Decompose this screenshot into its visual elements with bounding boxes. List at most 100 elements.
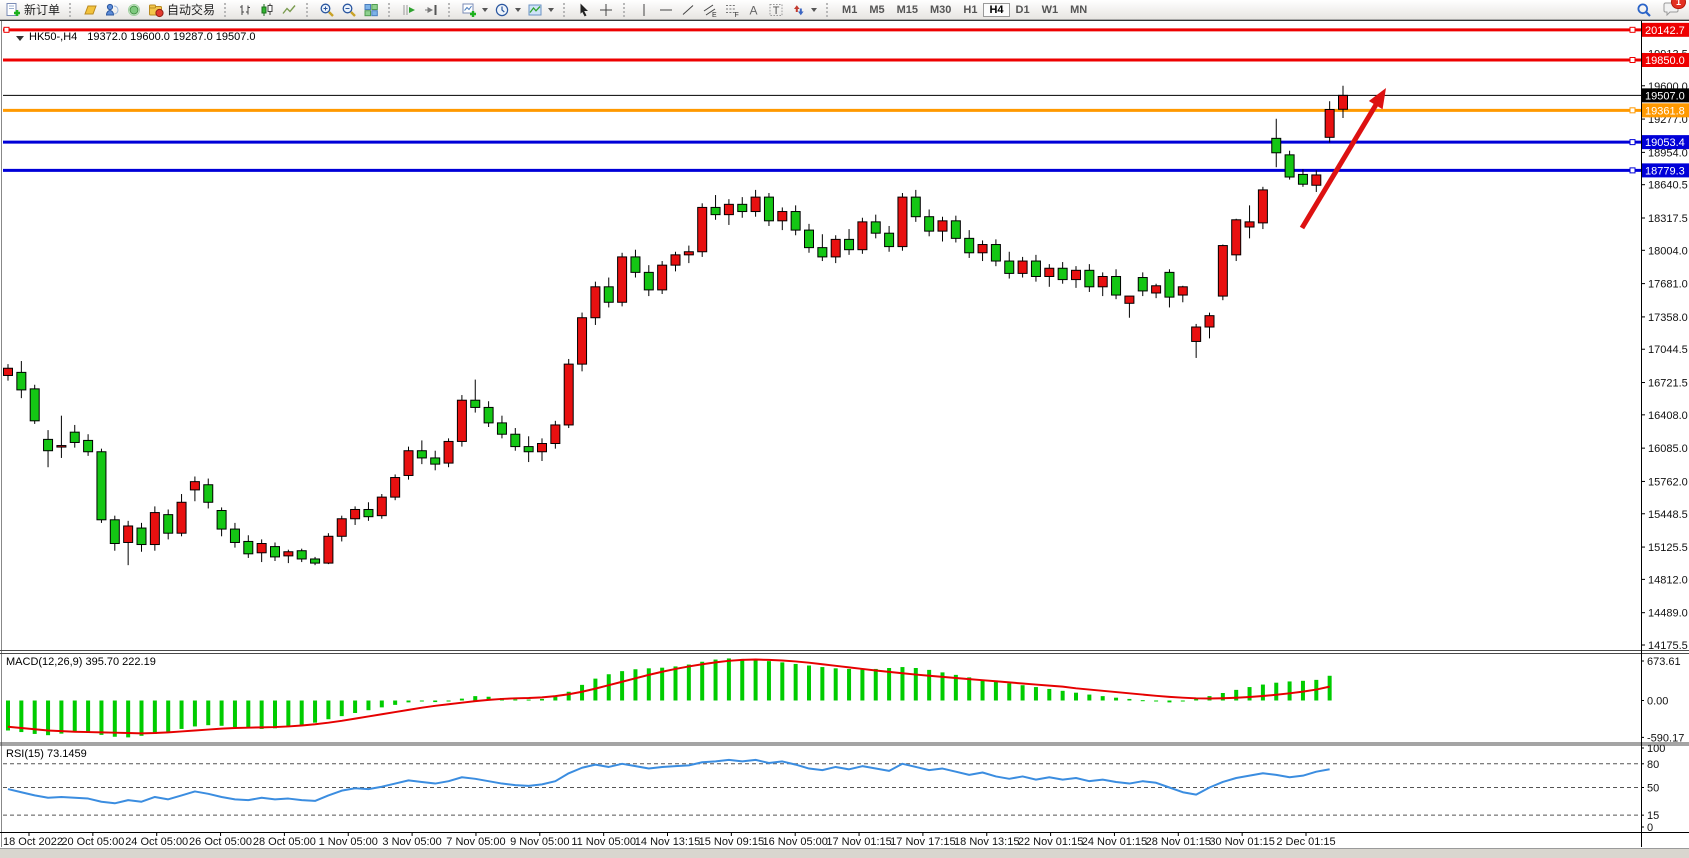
timeframe-m15-button[interactable]: M15 — [891, 3, 924, 17]
macd-histogram-bar — [1061, 691, 1065, 701]
timeframe-h4-button[interactable]: H4 — [983, 3, 1009, 17]
time-tick-label: 2 Dec 01:15 — [1276, 836, 1335, 848]
time-tick-label: 20 Oct 05:00 — [61, 836, 124, 848]
candle — [417, 451, 426, 458]
tile-windows-button[interactable] — [360, 1, 382, 19]
period-button[interactable] — [491, 1, 524, 19]
hline-handle[interactable] — [1630, 140, 1635, 145]
timeframe-m30-button[interactable]: M30 — [924, 3, 957, 17]
quotes-icon — [82, 2, 98, 18]
timeframe-w1-button[interactable]: W1 — [1036, 3, 1065, 17]
zoom-out-button[interactable] — [338, 1, 360, 19]
hline-handle[interactable] — [1630, 168, 1635, 173]
bar-chart-button[interactable] — [234, 1, 256, 19]
hline-handle[interactable] — [1630, 27, 1635, 32]
time-tick-label: 26 Oct 05:00 — [189, 836, 252, 848]
hline-handle[interactable] — [1630, 108, 1635, 113]
fibonacci-tool-button[interactable]: F — [721, 1, 743, 19]
candle — [444, 441, 453, 463]
chart-shift-button[interactable] — [420, 1, 442, 19]
candle — [497, 423, 506, 434]
new-chart-button[interactable] — [458, 1, 491, 19]
macd-histogram-bar — [300, 701, 304, 726]
timeframe-m1-button[interactable]: M1 — [836, 3, 863, 17]
vline-tool-button[interactable] — [633, 1, 655, 19]
candle — [564, 364, 573, 425]
macd-histogram-bar — [393, 701, 397, 705]
hline-tool-button[interactable] — [655, 1, 677, 19]
candle — [858, 222, 867, 250]
macd-tick-label: 673.61 — [1647, 656, 1681, 668]
timeframe-d1-button[interactable]: D1 — [1010, 3, 1036, 17]
crosshair-button[interactable] — [595, 1, 617, 19]
macd-histogram-bar — [366, 701, 370, 711]
channel-tool-button[interactable]: E — [699, 1, 721, 19]
candle — [671, 255, 680, 265]
macd-histogram-bar — [1047, 689, 1051, 701]
macd-histogram-bar — [540, 699, 544, 701]
candle-chart-icon — [259, 2, 275, 18]
market-watch-button[interactable] — [101, 1, 123, 19]
chart-canvas[interactable]: 19913.519600.019277.018954.018640.518317… — [0, 0, 1689, 858]
text-label-tool-button[interactable]: T — [765, 1, 787, 19]
search-button[interactable] — [1633, 1, 1655, 19]
rsi-indicator-label: RSI(15) 73.1459 — [6, 748, 87, 760]
rsi-tick-label: 0 — [1647, 822, 1653, 834]
macd-histogram-bar — [914, 668, 918, 701]
text-tool-button[interactable]: A — [743, 1, 765, 19]
macd-histogram-bar — [273, 701, 277, 729]
candle-chart-button[interactable] — [256, 1, 278, 19]
quotes-button[interactable] — [79, 1, 101, 19]
candle — [1031, 261, 1040, 276]
trendline-tool-button[interactable] — [677, 1, 699, 19]
time-tick-label: 28 Oct 05:00 — [253, 836, 316, 848]
macd-histogram-bar — [981, 680, 985, 701]
shapes-tool-button[interactable] — [787, 1, 820, 19]
candle — [391, 478, 400, 498]
autotrade-label: 自动交易 — [167, 1, 215, 18]
macd-histogram-bar — [807, 666, 811, 701]
candle — [217, 511, 226, 530]
price-badge-label: 19850.0 — [1645, 55, 1685, 67]
candle — [1205, 316, 1214, 327]
timeframe-h1-button[interactable]: H1 — [957, 3, 983, 17]
candle — [1152, 286, 1161, 293]
macd-histogram-bar — [420, 701, 424, 702]
autotrade-button[interactable]: 自动交易 — [145, 0, 218, 19]
macd-histogram-bar — [286, 701, 290, 728]
zoom-in-icon — [319, 2, 335, 18]
macd-tick-label: 0.00 — [1647, 696, 1668, 708]
candle — [284, 552, 293, 556]
line-chart-button[interactable] — [278, 1, 300, 19]
macd-histogram-bar — [1248, 687, 1252, 700]
candle — [164, 515, 173, 534]
new-order-button[interactable]: 新订单 — [2, 0, 63, 19]
indicators-button[interactable] — [524, 1, 557, 19]
timeframe-m5-button[interactable]: M5 — [863, 3, 890, 17]
chart-shift-icon — [423, 2, 439, 18]
auto-scroll-button[interactable] — [398, 1, 420, 19]
macd-histogram-bar — [1114, 698, 1118, 701]
candle — [1312, 175, 1321, 185]
dropdown-caret-icon — [482, 8, 488, 12]
cursor-button[interactable] — [573, 1, 595, 19]
macd-histogram-bar — [767, 661, 771, 700]
navigator-button[interactable] — [123, 1, 145, 19]
chart-title-row: HK50-,H4 19372.0 19600.0 19287.0 19507.0 — [16, 31, 256, 43]
hline-handle[interactable] — [4, 27, 9, 32]
macd-histogram-bar — [86, 701, 90, 734]
notifications-button[interactable]: 1 — [1663, 0, 1679, 19]
candle — [177, 502, 186, 533]
candle — [351, 509, 360, 518]
macd-histogram-bar — [180, 701, 184, 729]
hline-handle[interactable] — [1630, 58, 1635, 63]
price-tick-label: 18317.5 — [1648, 213, 1688, 225]
macd-histogram-bar — [834, 668, 838, 700]
time-tick-label: 28 Nov 01:15 — [1146, 836, 1211, 848]
macd-histogram-bar — [1288, 681, 1292, 700]
time-tick-label: 14 Nov 13:15 — [635, 836, 700, 848]
zoom-in-button[interactable] — [316, 1, 338, 19]
timeframe-mn-button[interactable]: MN — [1064, 3, 1093, 17]
macd-histogram-bar — [220, 701, 224, 726]
macd-histogram-bar — [820, 667, 824, 700]
